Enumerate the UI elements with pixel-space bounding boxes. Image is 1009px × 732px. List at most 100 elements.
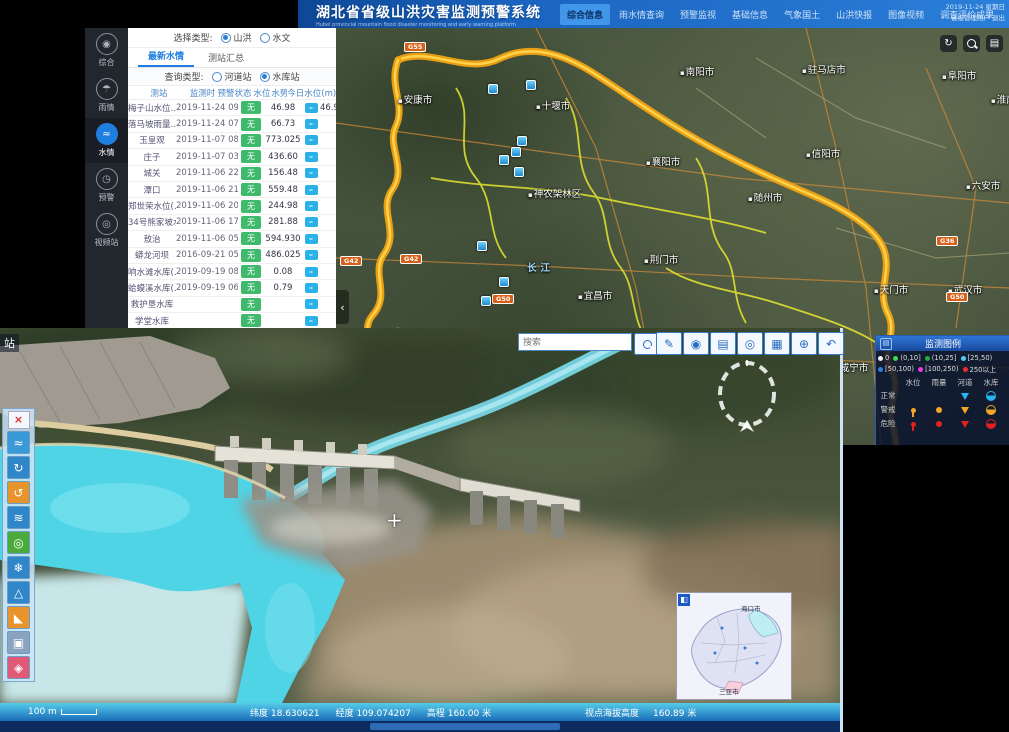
close-toolbar-button[interactable]: × xyxy=(8,411,30,429)
query-radio[interactable]: 河道站 xyxy=(212,70,252,83)
nav-tab[interactable]: 气象国土 xyxy=(777,4,827,25)
status-badge: 无 xyxy=(241,216,261,229)
viewer-toolbar-button[interactable]: ▦ xyxy=(764,332,790,355)
sidebar: ◉ 综合 ☂ 雨情 ≈ 水情 ◷ 预警 ◎ 视频站 xyxy=(85,28,128,328)
viewer-tool-button[interactable]: ❄ xyxy=(7,556,30,579)
sidebar-item-icon: ◉ xyxy=(96,33,118,55)
query-radio[interactable]: 水库站 xyxy=(260,70,300,83)
panel-tab[interactable]: 最新水情 xyxy=(138,46,194,67)
panel-collapse-button[interactable]: ‹ xyxy=(336,290,349,324)
user-label[interactable]: 省级管理用户 退出 xyxy=(946,13,1005,24)
map-search-button[interactable] xyxy=(963,35,980,52)
map-city-label: 荆门市 xyxy=(644,252,678,266)
viewer-toolbar-button[interactable]: ✎ xyxy=(656,332,682,355)
viewer-toolbar-button[interactable]: ↶ xyxy=(818,332,844,355)
viewer-toolbar-button[interactable]: ▤ xyxy=(710,332,736,355)
table-row[interactable]: 蟒龙河坝 2016-09-21 05 无 486.025 – xyxy=(128,247,336,263)
nav-tab[interactable]: 雨水情查询 xyxy=(612,4,671,25)
nav-tab[interactable]: 基础信息 xyxy=(725,4,775,25)
station-marker[interactable] xyxy=(526,80,536,90)
viewer-tool-button[interactable]: ◣ xyxy=(7,606,30,629)
legend-row-normal: 正常 xyxy=(876,390,900,402)
nav-tab[interactable]: 图像视频 xyxy=(881,4,931,25)
water-warn-icon xyxy=(911,408,916,413)
table-header-cell: 测站 xyxy=(128,87,190,99)
station-table: 梅子山水位… 2019-11-24 09 无 46.98 – 46.99 落马坡… xyxy=(128,99,336,328)
station-name: 庄子 xyxy=(128,151,176,163)
crosshair-icon: + xyxy=(386,508,403,532)
road-shield: G36 xyxy=(936,236,958,246)
viewer-tool-button[interactable]: ≈ xyxy=(7,431,30,454)
viewer-tool-button[interactable]: ◎ xyxy=(7,531,30,554)
table-row[interactable]: 梅子山水位… 2019-11-24 09 无 46.98 – 46.99 xyxy=(128,99,336,115)
panel-tabs: 最新水情测站汇总 xyxy=(128,48,336,68)
station-name: 落马坡雨量… xyxy=(128,118,176,130)
table-row[interactable]: 学堂水库 无 – xyxy=(128,312,336,328)
status-badge: 无 xyxy=(241,183,261,196)
sidebar-item[interactable]: ◷ 预警 xyxy=(85,163,128,208)
sidebar-item[interactable]: ◉ 综合 xyxy=(85,28,128,73)
station-marker[interactable] xyxy=(517,136,527,146)
trend-flat-icon: – xyxy=(305,152,318,162)
sidebar-item-label: 视频站 xyxy=(95,237,119,248)
station-marker[interactable] xyxy=(481,296,491,306)
viewer-tool-button[interactable]: ↻ xyxy=(7,456,30,479)
viewer-tool-button[interactable]: ▣ xyxy=(7,631,30,654)
table-row[interactable]: 城关 2019-11-06 22 无 156.48 – xyxy=(128,165,336,181)
table-row[interactable]: 庄子 2019-11-07 03 无 436.60 – xyxy=(128,148,336,164)
viewer-tool-button[interactable]: ◈ xyxy=(7,656,30,679)
sidebar-item-label: 预警 xyxy=(99,192,115,203)
radio-icon xyxy=(260,33,270,43)
layers-button[interactable]: ▤ xyxy=(986,35,1003,52)
station-marker[interactable] xyxy=(499,155,509,165)
viewer-tool-button[interactable]: ≋ xyxy=(7,506,30,529)
app-title: 湖北省省级山洪灾害监测预警系统 Hubei provincial mountai… xyxy=(316,2,541,28)
viewer-tool-button[interactable]: △ xyxy=(7,581,30,604)
frame-pill xyxy=(370,723,560,730)
panel-tab[interactable]: 测站汇总 xyxy=(198,48,254,67)
search-icon xyxy=(967,39,976,48)
table-row[interactable]: 救护垦水库 无 – xyxy=(128,296,336,312)
table-row[interactable]: 玉皇观 2019-11-07 08 无 773.025 – xyxy=(128,132,336,148)
viewer-toolbar-button[interactable]: ◉ xyxy=(683,332,709,355)
table-row[interactable]: 蛤蟆溪水库(… 2019-09-19 06 无 0.79 – xyxy=(128,279,336,295)
table-row[interactable]: 潭口 2019-11-06 21 无 559.48 – xyxy=(128,181,336,197)
page-title: 湖北省省级山洪灾害监测预警系统 xyxy=(316,2,541,22)
table-row[interactable]: 响水滩水库(… 2019-09-19 08 无 0.08 – xyxy=(128,263,336,279)
station-marker[interactable] xyxy=(488,84,498,94)
legend-row-danger: 危险 xyxy=(876,418,900,430)
table-row[interactable]: 敖治 2019-11-06 05 无 594.930 – xyxy=(128,230,336,246)
nav-tab[interactable]: 预警监视 xyxy=(673,4,723,25)
sidebar-item[interactable]: ◎ 视频站 xyxy=(85,208,128,253)
sidebar-item[interactable]: ≈ 水情 xyxy=(85,118,128,163)
query-filter-label: 查询类型: xyxy=(164,70,203,83)
nav-tab[interactable]: 山洪快报 xyxy=(829,4,879,25)
compass-control[interactable] xyxy=(712,356,782,440)
road-shield: G50 xyxy=(946,292,968,302)
viewer-tool-button[interactable]: ↺ xyxy=(7,481,30,504)
scale-label: 100 m xyxy=(28,707,57,717)
table-row[interactable]: 郑世荣水位(… 2019-11-06 20 无 244.98 – xyxy=(128,197,336,213)
type-filter-label: 选择类型: xyxy=(173,31,212,44)
trend-flat-icon: – xyxy=(305,135,318,145)
nav-tab[interactable]: 综合信息 xyxy=(560,4,610,25)
type-radio[interactable]: 山洪 xyxy=(221,31,252,44)
reset-view-button[interactable]: ↻ xyxy=(940,35,957,52)
type-radio[interactable]: 水文 xyxy=(260,31,291,44)
scale-bar-icon xyxy=(61,709,97,715)
station-marker[interactable] xyxy=(477,241,487,251)
search-input[interactable] xyxy=(518,333,632,351)
scale-dot xyxy=(963,367,968,372)
sidebar-item-icon: ≈ xyxy=(96,123,118,145)
viewer-toolbar-button[interactable]: ◎ xyxy=(737,332,763,355)
station-marker[interactable] xyxy=(514,167,524,177)
table-row[interactable]: 落马坡雨量… 2019-11-24 07 无 66.73 – xyxy=(128,115,336,131)
viewer-toolbar-button[interactable]: ⊕ xyxy=(791,332,817,355)
trend-flat-icon: – xyxy=(305,217,318,227)
sidebar-item[interactable]: ☂ 雨情 xyxy=(85,73,128,118)
station-marker[interactable] xyxy=(511,147,521,157)
station-name: 蛤蟆溪水库(… xyxy=(128,282,176,294)
station-marker[interactable] xyxy=(499,277,509,287)
overview-minimap[interactable]: ◧ 海口市三亚市 xyxy=(676,592,792,700)
table-row[interactable]: 34号熊家坡水… 2019-11-06 17 无 281.88 – xyxy=(128,214,336,230)
